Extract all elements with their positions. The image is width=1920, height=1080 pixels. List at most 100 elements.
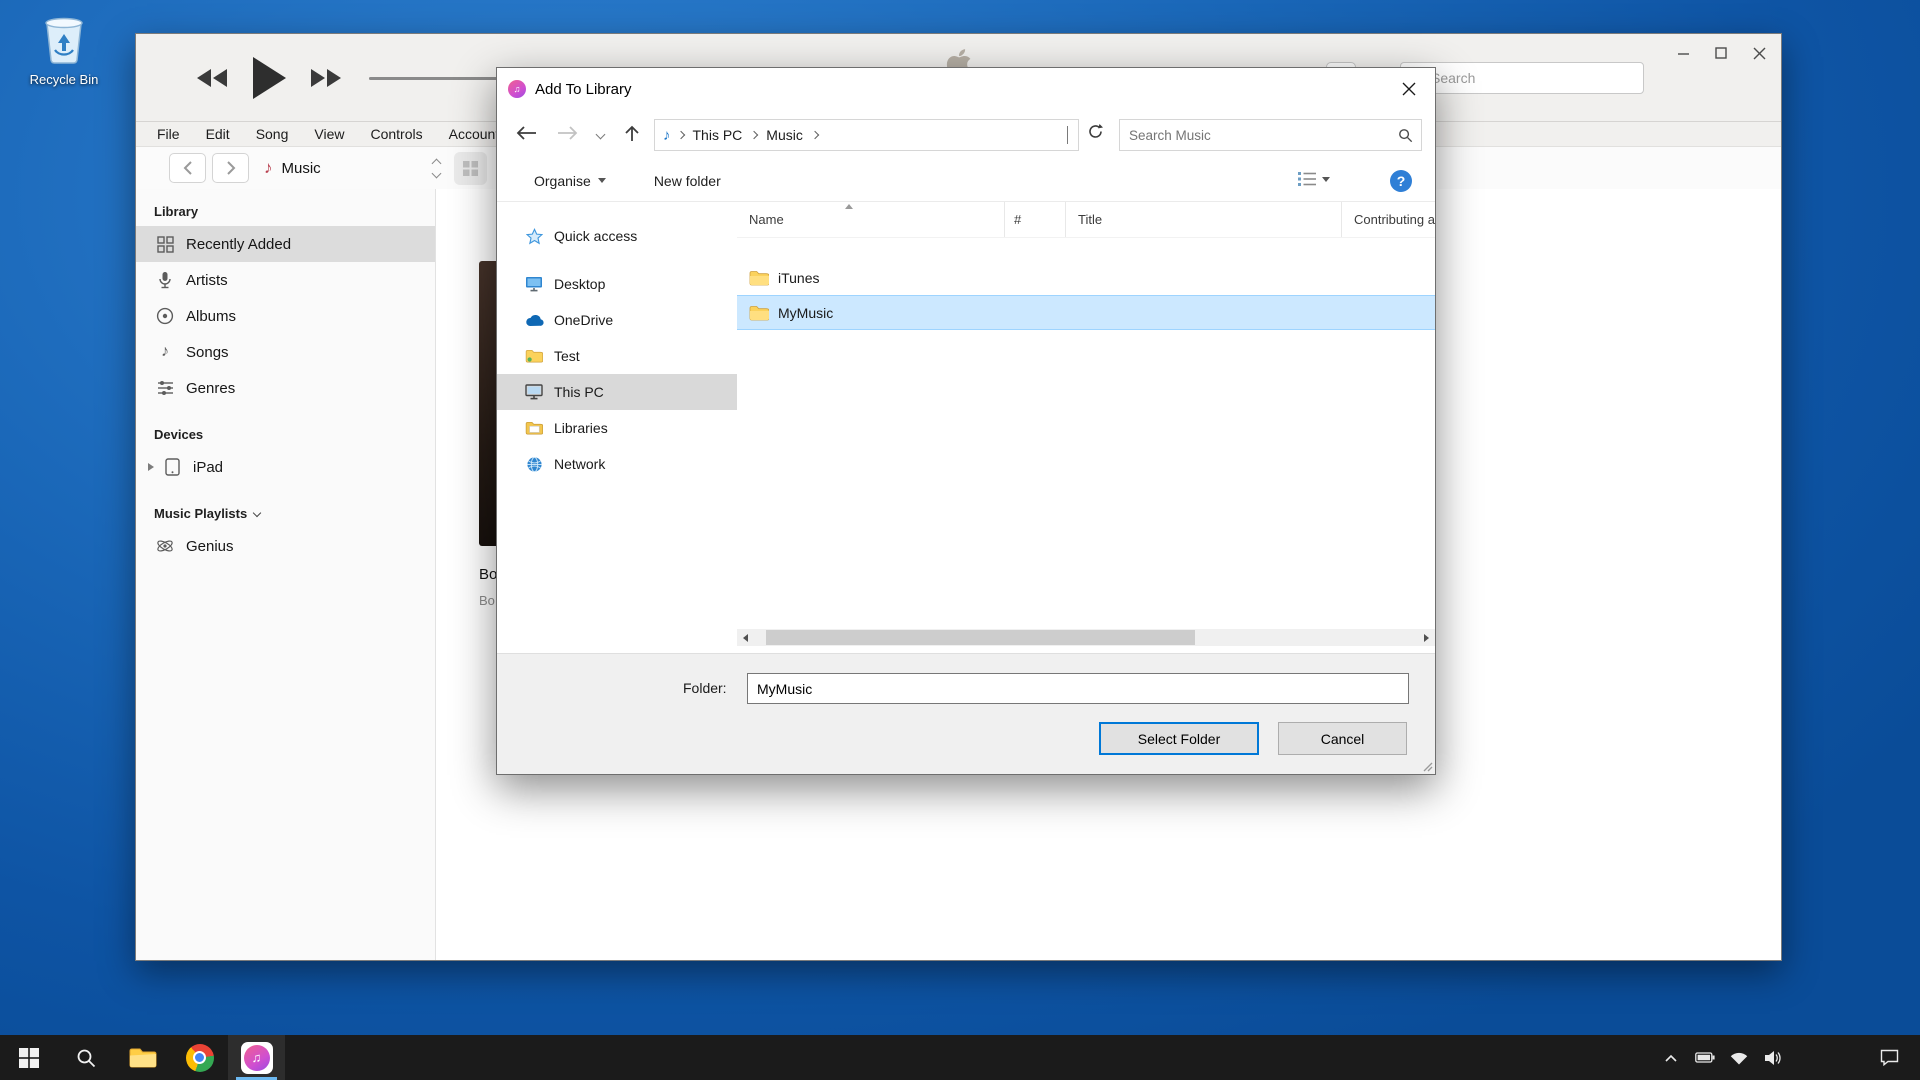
sidebar-item-label: Artists — [186, 272, 228, 289]
menu-edit[interactable]: Edit — [193, 122, 243, 146]
computer-icon — [523, 383, 545, 401]
expand-arrow-icon[interactable] — [148, 463, 154, 471]
breadcrumb-music[interactable]: Music — [762, 127, 807, 143]
scroll-right-arrow[interactable] — [1418, 629, 1435, 646]
tablet-icon — [161, 457, 183, 477]
sidebar-item-songs[interactable]: ♪ Songs — [136, 334, 435, 370]
view-toggle-button[interactable] — [454, 152, 487, 185]
caret-down-icon — [1322, 177, 1330, 182]
forward-button[interactable] — [212, 153, 249, 183]
system-tray — [1654, 1035, 1920, 1080]
sidebar-item-label: Songs — [186, 344, 229, 361]
new-folder-button[interactable]: New folder — [654, 173, 721, 189]
sidebar-item-artists[interactable]: Artists — [136, 262, 435, 298]
nav-up-button[interactable] — [623, 124, 641, 142]
nav-item-libraries[interactable]: Libraries — [497, 410, 737, 446]
action-center-icon[interactable] — [1872, 1035, 1906, 1080]
nav-item-network[interactable]: Network — [497, 446, 737, 482]
organise-label: Organise — [534, 173, 591, 189]
dialog-search-input[interactable] — [1129, 128, 1398, 143]
menu-song[interactable]: Song — [243, 122, 302, 146]
desktop-icon — [523, 275, 545, 293]
music-note-icon: ♪ — [264, 158, 273, 178]
column-number[interactable]: # — [1005, 202, 1066, 237]
media-type-selector[interactable]: ♪ Music — [264, 153, 440, 183]
dialog-body: Quick access Desktop OneDrive Test — [497, 202, 1435, 653]
star-icon — [523, 227, 545, 245]
chevron-up-down-icon — [433, 160, 440, 177]
refresh-button[interactable] — [1087, 123, 1104, 140]
dialog-navigation-bar: ♪ This PC Music — [497, 110, 1435, 160]
organise-menu-button[interactable]: Organise — [534, 173, 606, 189]
dialog-close-button[interactable] — [1383, 68, 1435, 110]
sidebar-item-genres[interactable]: Genres — [136, 370, 435, 406]
playlists-section-header[interactable]: Music Playlists — [136, 499, 435, 528]
itunes-close-button[interactable] — [1744, 40, 1774, 66]
column-contributing-artists[interactable]: Contributing artists — [1342, 202, 1435, 237]
microphone-icon — [154, 270, 176, 290]
file-row-mymusic[interactable]: MyMusic — [737, 295, 1435, 330]
network-icon[interactable] — [1722, 1035, 1756, 1080]
back-button[interactable] — [169, 153, 206, 183]
breadcrumb-chevron-icon — [676, 131, 684, 139]
sidebar-item-albums[interactable]: Albums — [136, 298, 435, 334]
taskbar-itunes[interactable]: ♫ — [228, 1035, 285, 1080]
folder-navigation-pane: Quick access Desktop OneDrive Test — [497, 202, 737, 653]
taskbar-search-button[interactable] — [57, 1035, 114, 1080]
recycle-bin-icon — [41, 12, 87, 64]
itunes-minimize-button[interactable] — [1668, 40, 1698, 66]
dialog-search-box[interactable] — [1119, 119, 1422, 151]
sidebar-item-ipad[interactable]: iPad — [136, 449, 435, 485]
nav-item-label: Libraries — [554, 420, 608, 436]
column-name[interactable]: Name — [737, 202, 1005, 237]
itunes-search-box[interactable] — [1400, 62, 1644, 94]
nav-item-label: Quick access — [554, 228, 637, 244]
volume-icon[interactable] — [1756, 1035, 1790, 1080]
help-button[interactable]: ? — [1390, 170, 1412, 192]
sidebar-item-genius[interactable]: Genius — [136, 528, 435, 564]
itunes-search-input[interactable] — [1431, 70, 1621, 86]
nav-forward-button[interactable] — [557, 124, 579, 142]
menu-view[interactable]: View — [301, 122, 357, 146]
taskbar-file-explorer[interactable] — [114, 1035, 171, 1080]
dialog-titlebar[interactable]: ♫ Add To Library — [497, 68, 1435, 110]
resize-grip[interactable] — [1421, 760, 1433, 772]
nav-item-desktop[interactable]: Desktop — [497, 266, 737, 302]
file-row-itunes[interactable]: iTunes — [737, 260, 1435, 295]
tray-expand-icon[interactable] — [1654, 1035, 1688, 1080]
itunes-maximize-button[interactable] — [1706, 40, 1736, 66]
album-artist[interactable]: Bo — [479, 593, 495, 608]
battery-icon[interactable] — [1688, 1035, 1722, 1080]
column-headers: Name # Title Contributing artists — [737, 202, 1435, 238]
folder-icon — [749, 270, 769, 286]
change-view-button[interactable] — [1297, 170, 1330, 188]
taskbar-chrome[interactable] — [171, 1035, 228, 1080]
scroll-left-arrow[interactable] — [737, 629, 754, 646]
menu-file[interactable]: File — [144, 122, 193, 146]
breadcrumb-this-pc[interactable]: This PC — [689, 127, 747, 143]
nav-item-test[interactable]: Test — [497, 338, 737, 374]
nav-item-quick-access[interactable]: Quick access — [497, 218, 737, 254]
play-button[interactable] — [250, 55, 288, 101]
horizontal-scrollbar[interactable] — [737, 629, 1435, 646]
folder-name-input[interactable] — [747, 673, 1409, 704]
rewind-button[interactable] — [194, 66, 230, 90]
music-note-icon: ♪ — [154, 342, 176, 362]
album-title[interactable]: Bo — [479, 566, 497, 583]
menu-controls[interactable]: Controls — [357, 122, 435, 146]
scrollbar-thumb[interactable] — [766, 630, 1195, 645]
select-folder-button[interactable]: Select Folder — [1099, 722, 1259, 755]
start-button[interactable] — [0, 1035, 57, 1080]
sidebar-item-recently-added[interactable]: Recently Added — [136, 226, 435, 262]
address-bar[interactable]: ♪ This PC Music — [654, 119, 1079, 151]
nav-back-button[interactable] — [515, 124, 537, 142]
fast-forward-button[interactable] — [308, 66, 344, 90]
nav-item-onedrive[interactable]: OneDrive — [497, 302, 737, 338]
nav-history-dropdown[interactable] — [597, 131, 604, 138]
column-title[interactable]: Title — [1066, 202, 1342, 237]
address-dropdown-chevron[interactable] — [1063, 122, 1072, 148]
recycle-bin-desktop-icon[interactable]: Recycle Bin — [22, 12, 106, 87]
cancel-button[interactable]: Cancel — [1278, 722, 1407, 755]
search-icon — [1398, 128, 1413, 143]
nav-item-this-pc[interactable]: This PC — [497, 374, 737, 410]
